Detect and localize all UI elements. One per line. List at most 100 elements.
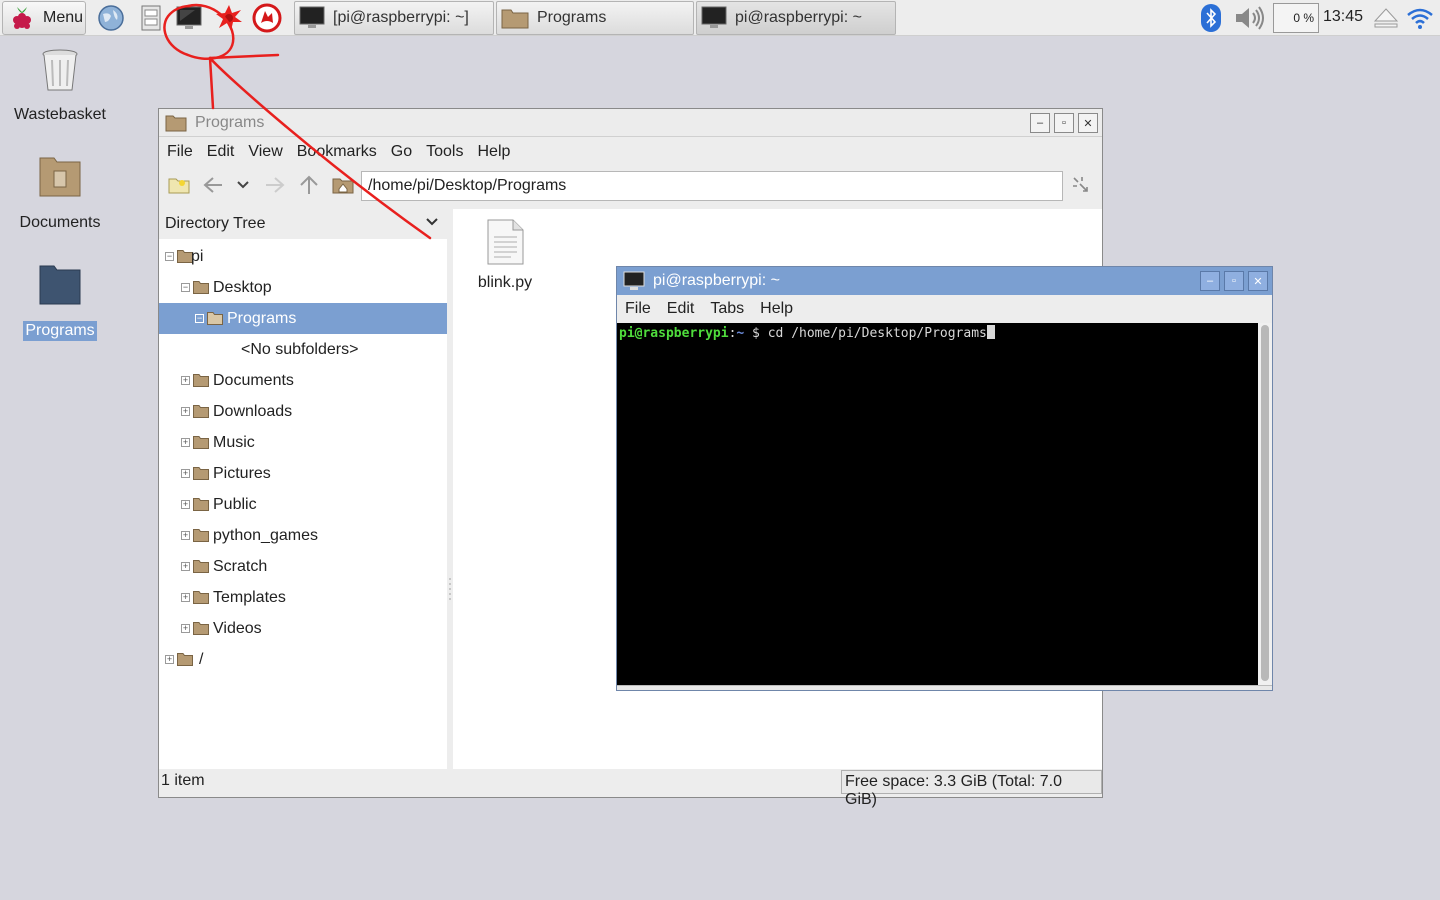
expand-icon[interactable]: + — [181, 593, 190, 602]
menu-view[interactable]: View — [248, 143, 282, 161]
close-button[interactable]: ✕ — [1248, 271, 1268, 291]
command-text: cd /home/pi/Desktop/Programs — [767, 326, 987, 341]
menu-edit[interactable]: Edit — [207, 143, 235, 161]
maximize-button[interactable]: ▫ — [1054, 113, 1074, 133]
mathematica-launcher[interactable] — [214, 3, 244, 33]
minimize-button[interactable]: – — [1200, 271, 1220, 291]
item-count: 1 item — [161, 772, 205, 789]
home-button[interactable] — [331, 173, 355, 197]
tree-item-templates[interactable]: + Templates — [159, 582, 447, 613]
desktop-icon-label: Wastebasket — [14, 106, 106, 123]
maximize-button[interactable]: ▫ — [1224, 271, 1244, 291]
history-dropdown[interactable] — [231, 173, 255, 197]
horizontal-scrollbar[interactable] — [617, 685, 1272, 690]
back-button[interactable] — [201, 173, 225, 197]
folder-icon — [501, 9, 529, 29]
task-terminal-1[interactable]: [pi@raspberrypi: ~] — [294, 1, 494, 35]
menu-tabs[interactable]: Tabs — [710, 300, 744, 318]
menu-edit[interactable]: Edit — [667, 300, 695, 318]
terminal-screen[interactable]: pi@raspberrypi:~ $ cd /home/pi/Desktop/P… — [617, 323, 1258, 685]
new-tab-button[interactable] — [167, 173, 191, 197]
go-button[interactable] — [1069, 173, 1093, 197]
tree-item-programs[interactable]: − Programs — [159, 303, 447, 334]
desktop-icon-documents[interactable]: Documents — [5, 154, 115, 233]
scrollbar-thumb[interactable] — [1261, 325, 1269, 681]
expand-icon[interactable]: + — [181, 407, 190, 416]
folder-icon — [193, 591, 209, 604]
tree-item-pictures[interactable]: + Pictures — [159, 458, 447, 489]
menu-tools[interactable]: Tools — [426, 143, 463, 161]
tree-item-pi[interactable]: − pi — [159, 241, 447, 272]
vertical-scrollbar[interactable] — [1258, 323, 1272, 685]
menu-button[interactable]: Menu — [2, 1, 86, 35]
arrow-up-icon — [300, 175, 318, 194]
path-bar[interactable]: /home/pi/Desktop/Programs — [361, 171, 1063, 201]
side-pane-selector[interactable]: Directory Tree — [159, 209, 447, 239]
arrow-right-icon — [266, 177, 285, 193]
trash-icon — [42, 49, 78, 91]
tree-item-desktop[interactable]: − Desktop — [159, 272, 447, 303]
volume-button[interactable] — [1232, 0, 1268, 36]
collapse-icon[interactable]: − — [181, 283, 190, 292]
folder-icon — [207, 312, 223, 325]
desktop-icon-label: Documents — [19, 214, 101, 231]
expand-icon[interactable]: + — [181, 376, 190, 385]
menu-go[interactable]: Go — [391, 143, 412, 161]
file-item[interactable]: blink.py — [473, 219, 537, 292]
desktop-icon-wastebasket[interactable]: Wastebasket — [5, 46, 115, 125]
menu-help[interactable]: Help — [760, 300, 793, 318]
task-terminal-2[interactable]: pi@raspberrypi: ~ — [696, 1, 896, 35]
tree-item-music[interactable]: + Music — [159, 427, 447, 458]
tree-item-label: Pictures — [213, 464, 271, 482]
expand-icon[interactable]: + — [181, 624, 190, 633]
documents-folder-icon — [39, 157, 81, 197]
collapse-icon[interactable]: − — [195, 314, 204, 323]
terminal-window: pi@raspberrypi: ~ – ▫ ✕ File Edit Tabs H… — [616, 266, 1273, 691]
collapse-icon[interactable]: − — [165, 252, 174, 261]
desktop-icon-programs[interactable]: Programs — [5, 262, 115, 341]
menu-bookmarks[interactable]: Bookmarks — [297, 143, 377, 161]
expand-icon[interactable]: + — [181, 438, 190, 447]
tree-item-downloads[interactable]: + Downloads — [159, 396, 447, 427]
forward-button[interactable] — [263, 173, 287, 197]
menu-help[interactable]: Help — [477, 143, 510, 161]
wolfram-launcher[interactable] — [252, 3, 282, 33]
close-button[interactable]: ✕ — [1078, 113, 1098, 133]
expand-icon[interactable]: + — [181, 531, 190, 540]
menu-file[interactable]: File — [625, 300, 651, 318]
tree-item-root[interactable]: + / — [159, 644, 447, 675]
tree-item-python-games[interactable]: + python_games — [159, 520, 447, 551]
tree-item-documents[interactable]: + Documents — [159, 365, 447, 396]
tree-item-scratch[interactable]: + Scratch — [159, 551, 447, 582]
tree-item-label: / — [199, 650, 204, 668]
up-button[interactable] — [297, 173, 321, 197]
jump-icon — [1073, 177, 1088, 192]
terminal-icon — [299, 6, 325, 28]
speaker-icon — [1236, 6, 1264, 30]
folder-icon — [193, 405, 209, 418]
file-manager-launcher[interactable] — [136, 3, 166, 33]
desktop-icon-label: Programs — [23, 321, 97, 341]
menu-file[interactable]: File — [167, 143, 193, 161]
expand-icon[interactable]: + — [181, 469, 190, 478]
web-browser-launcher[interactable] — [96, 3, 126, 33]
tree-item-videos[interactable]: + Videos — [159, 613, 447, 644]
bluetooth-button[interactable] — [1198, 0, 1224, 36]
raspberry-icon — [13, 7, 31, 29]
expand-icon[interactable]: + — [165, 655, 174, 664]
title-bar[interactable]: pi@raspberrypi: ~ – ▫ ✕ — [617, 267, 1272, 295]
globe-icon — [98, 5, 124, 31]
eject-button[interactable] — [1372, 0, 1400, 36]
task-label: Programs — [537, 9, 607, 26]
expand-icon[interactable]: + — [181, 562, 190, 571]
task-programs[interactable]: Programs — [496, 1, 694, 35]
wifi-button[interactable] — [1404, 0, 1436, 36]
expand-icon[interactable]: + — [181, 500, 190, 509]
tree-item-public[interactable]: + Public — [159, 489, 447, 520]
title-bar[interactable]: Programs – ▫ ✕ — [159, 109, 1102, 137]
file-name: blink.py — [477, 274, 533, 291]
minimize-button[interactable]: – — [1030, 113, 1050, 133]
terminal-launcher[interactable] — [174, 3, 204, 33]
clock[interactable]: 13:45 — [1323, 8, 1363, 26]
terminal-icon — [176, 6, 202, 29]
